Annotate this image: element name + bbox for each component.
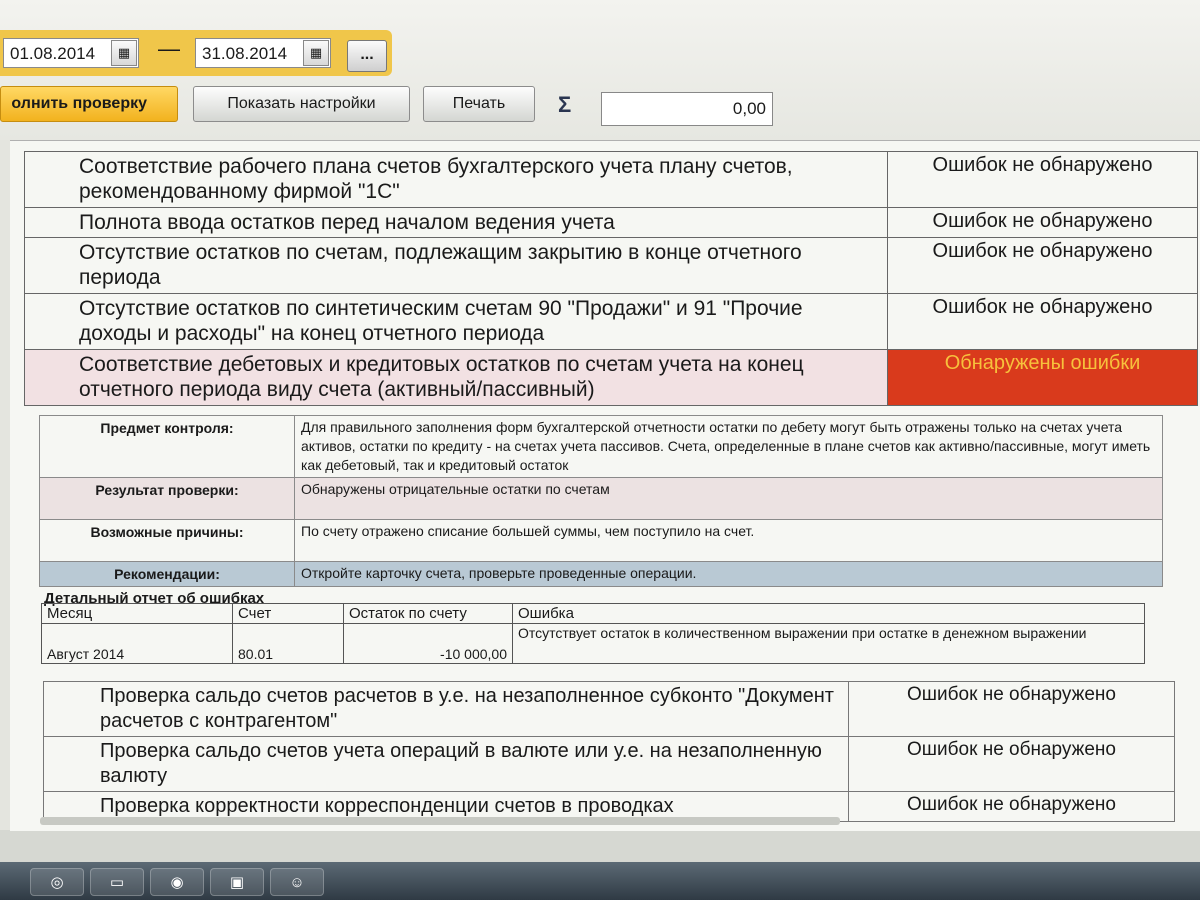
check-row[interactable]: Полнота ввода остатков перед началом вед… bbox=[24, 207, 1198, 238]
chrome-icon[interactable]: ◉ bbox=[150, 868, 204, 896]
check-row[interactable]: Соответствие рабочего плана счетов бухга… bbox=[24, 151, 1198, 208]
taskbar: ◎ ▭ ◉ ▣ ☺ bbox=[0, 862, 1200, 900]
check-row[interactable]: Отсутствие остатков по синтетическим сче… bbox=[24, 293, 1198, 350]
run-check-label: олнить проверку bbox=[11, 95, 147, 112]
check-name: Отсутствие остатков по синтетическим сче… bbox=[24, 293, 888, 350]
report-balance: -10 000,00 bbox=[343, 623, 513, 664]
check-result: Ошибок не обнаружено bbox=[887, 293, 1198, 350]
toolbar: 01.08.2014 ▦ — 31.08.2014 ▦ ... олнить п… bbox=[0, 0, 1200, 140]
ie-icon[interactable]: ◎ bbox=[30, 868, 84, 896]
check-row-error[interactable]: Соответствие дебетовых и кредитовых оста… bbox=[24, 349, 1198, 406]
detail-value: Для правильного заполнения форм бухгалте… bbox=[294, 415, 1163, 478]
column-header-error: Ошибка bbox=[512, 603, 1145, 624]
date-separator: — bbox=[158, 36, 180, 61]
date-from-value: 01.08.2014 bbox=[10, 44, 96, 63]
column-header-month: Месяц bbox=[41, 603, 233, 624]
check-name: Соответствие рабочего плана счетов бухга… bbox=[24, 151, 888, 208]
check-result: Ошибок не обнаружено bbox=[887, 151, 1198, 208]
user-icon[interactable]: ☺ bbox=[270, 868, 324, 896]
check-name: Соответствие дебетовых и кредитовых оста… bbox=[24, 349, 888, 406]
sigma-icon: Σ bbox=[558, 92, 572, 117]
detail-value: Откройте карточку счета, проверьте прове… bbox=[294, 561, 1163, 587]
report-error: Отсутствует остаток в количественном выр… bbox=[512, 623, 1145, 664]
check-name: Полнота ввода остатков перед началом вед… bbox=[24, 207, 888, 238]
detail-label: Возможные причины: bbox=[39, 519, 295, 562]
check-details-table: Предмет контроля: Для правильного заполн… bbox=[39, 415, 1163, 587]
column-header-balance: Остаток по счету bbox=[343, 603, 513, 624]
folder-icon[interactable]: ▭ bbox=[90, 868, 144, 896]
detail-row: Рекомендации: Откройте карточку счета, п… bbox=[39, 561, 1163, 587]
table-row[interactable]: Август 2014 80.01 -10 000,00 Отсутствует… bbox=[41, 623, 1145, 664]
check-row[interactable]: Отсутствие остатков по счетам, подлежащи… bbox=[24, 237, 1198, 294]
check-result: Ошибок не обнаружено bbox=[848, 791, 1175, 822]
detail-row: Возможные причины: По счету отражено спи… bbox=[39, 519, 1163, 562]
1c-icon[interactable]: ▣ bbox=[210, 868, 264, 896]
check-name: Проверка сальдо счетов расчетов в у.е. н… bbox=[43, 681, 849, 737]
sum-field: 0,00 bbox=[601, 92, 773, 126]
run-check-button[interactable]: олнить проверку bbox=[0, 86, 178, 122]
check-result: Ошибок не обнаружено bbox=[848, 681, 1175, 737]
report-content: Соответствие рабочего плана счетов бухга… bbox=[10, 140, 1200, 831]
column-header-account: Счет bbox=[232, 603, 344, 624]
detail-value: Обнаружены отрицательные остатки по счет… bbox=[294, 477, 1163, 520]
show-settings-button[interactable]: Показать настройки bbox=[193, 86, 410, 122]
period-select-button[interactable]: ... bbox=[347, 40, 387, 72]
check-name: Проверка сальдо счетов учета операций в … bbox=[43, 736, 849, 792]
detail-label: Рекомендации: bbox=[39, 561, 295, 587]
detail-label: Предмет контроля: bbox=[39, 415, 295, 478]
calendar-from-icon[interactable]: ▦ bbox=[111, 40, 137, 66]
report-account: 80.01 bbox=[232, 623, 344, 664]
detail-row: Результат проверки: Обнаружены отрицател… bbox=[39, 477, 1163, 520]
check-row[interactable]: Проверка сальдо счетов учета операций в … bbox=[43, 736, 1175, 792]
more-checks-table: Проверка сальдо счетов расчетов в у.е. н… bbox=[43, 681, 1175, 822]
check-row[interactable]: Проверка сальдо счетов расчетов в у.е. н… bbox=[43, 681, 1175, 737]
check-result: Ошибок не обнаружено bbox=[848, 736, 1175, 792]
check-result: Ошибок не обнаружено bbox=[887, 207, 1198, 238]
error-report-table: Месяц Счет Остаток по счету Ошибка Авгус… bbox=[41, 603, 1145, 664]
checks-table: Соответствие рабочего плана счетов бухга… bbox=[24, 151, 1198, 406]
calendar-to-icon[interactable]: ▦ bbox=[303, 40, 329, 66]
date-to-value: 31.08.2014 bbox=[202, 44, 288, 63]
detail-row: Предмет контроля: Для правильного заполн… bbox=[39, 415, 1163, 478]
print-button[interactable]: Печать bbox=[423, 86, 535, 122]
detail-label: Результат проверки: bbox=[39, 477, 295, 520]
check-name: Отсутствие остатков по счетам, подлежащи… bbox=[24, 237, 888, 294]
report-header-row: Месяц Счет Остаток по счету Ошибка bbox=[41, 603, 1145, 624]
check-result-error: Обнаружены ошибки bbox=[887, 349, 1198, 406]
detail-value: По счету отражено списание большей суммы… bbox=[294, 519, 1163, 562]
check-result: Ошибок не обнаружено bbox=[887, 237, 1198, 294]
report-month: Август 2014 bbox=[41, 623, 233, 664]
horizontal-scrollbar[interactable] bbox=[40, 817, 840, 825]
